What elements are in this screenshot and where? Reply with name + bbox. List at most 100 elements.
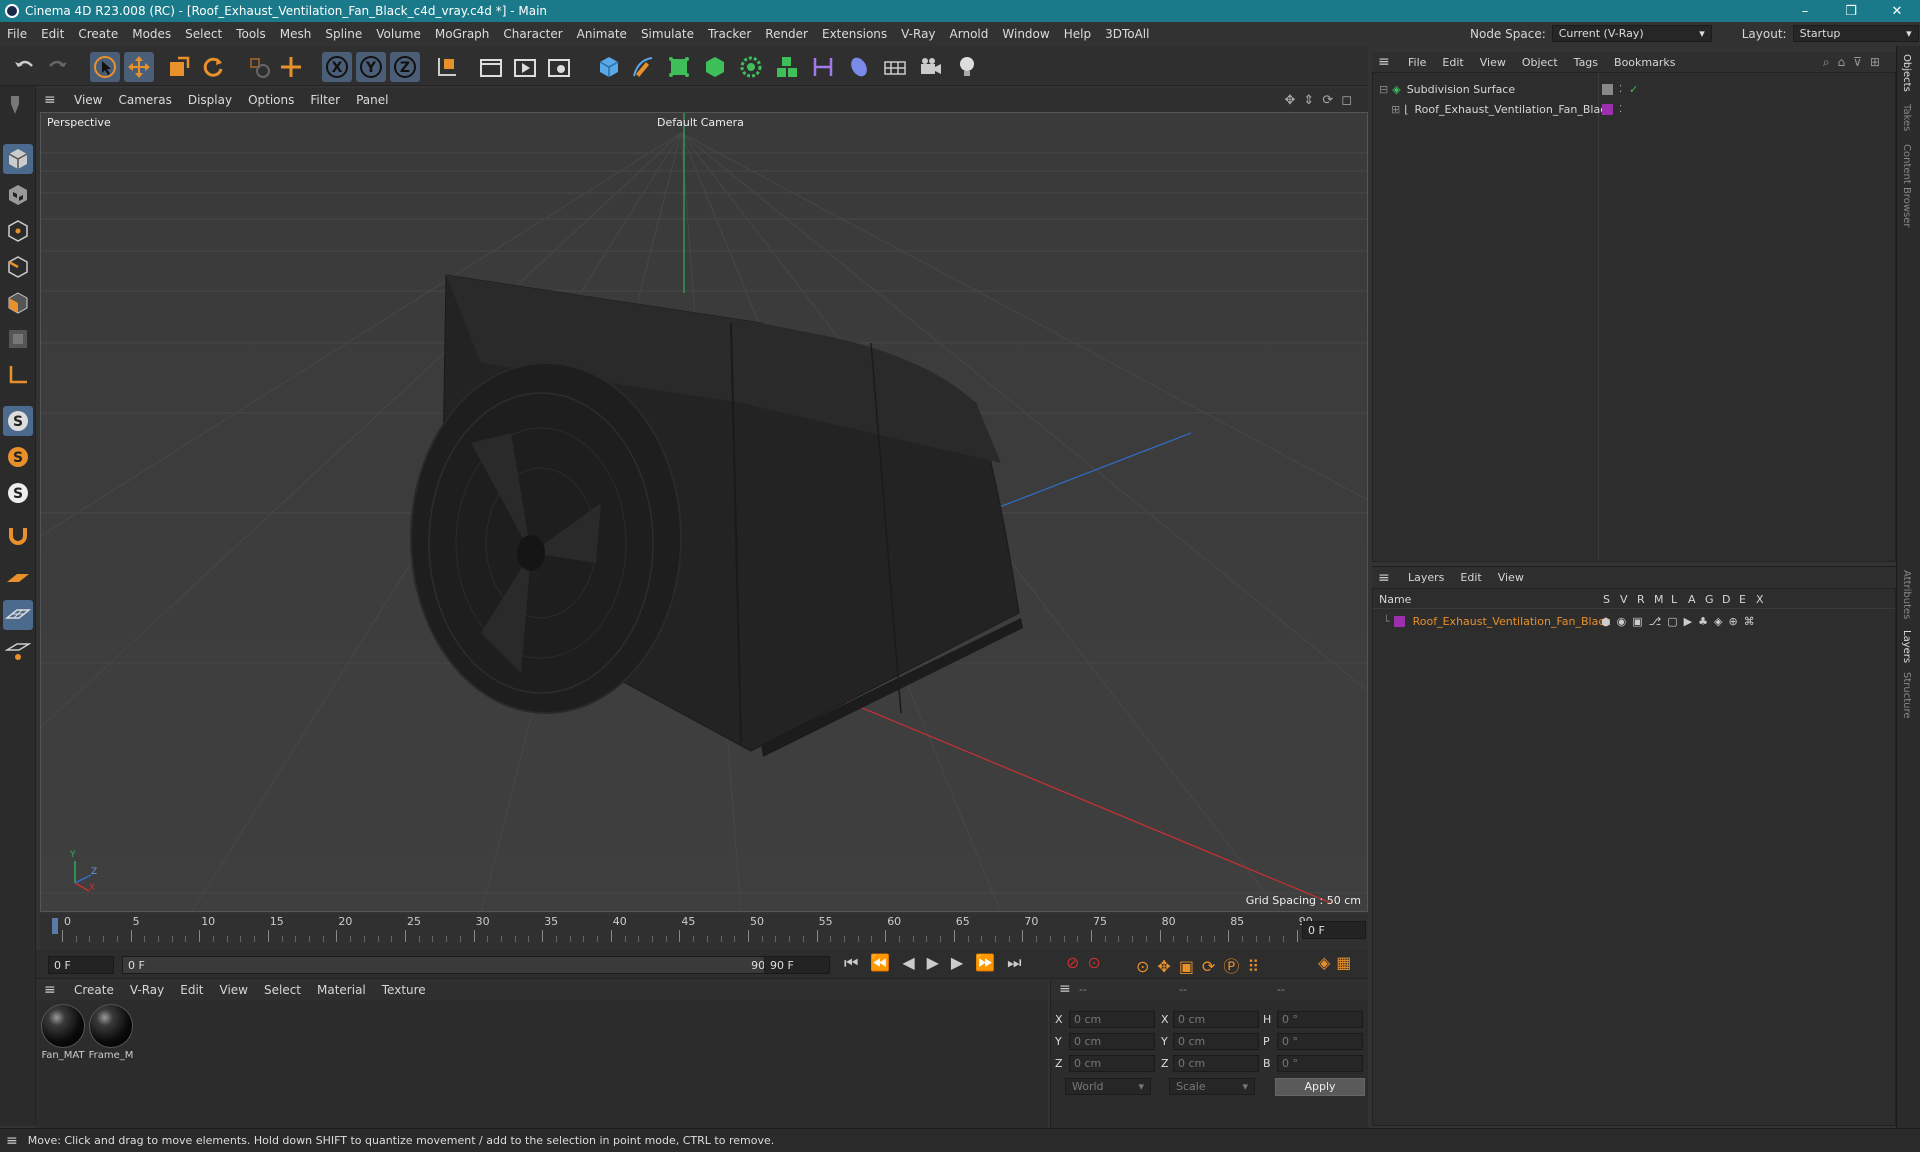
z-axis-lock-button[interactable]: Z (390, 52, 420, 82)
frame-range-slider[interactable]: 0 F90 F (122, 956, 782, 974)
hamburger-icon[interactable]: ≡ (1059, 981, 1071, 997)
snap-button[interactable]: S (3, 406, 33, 436)
redo-button[interactable] (42, 52, 72, 82)
rotation-p-field[interactable]: 0 ° (1277, 1033, 1363, 1050)
transform-tool-button[interactable] (276, 52, 306, 82)
minimize-button[interactable]: – (1782, 4, 1828, 19)
render-picture-viewer-button[interactable] (510, 52, 540, 82)
make-editable-button[interactable] (3, 90, 33, 120)
object-menu-view[interactable]: View (1472, 56, 1514, 69)
menu-file[interactable]: File (0, 27, 34, 41)
menu-create[interactable]: Create (71, 27, 125, 41)
cube-button[interactable] (594, 52, 624, 82)
object-menu-bookmarks[interactable]: Bookmarks (1606, 56, 1683, 69)
menu-edit[interactable]: Edit (34, 27, 71, 41)
layer-row[interactable]: └ Roof_Exhaust_Ventilation_Fan_Black ●◉▣… (1373, 611, 1895, 631)
menu-render[interactable]: Render (758, 27, 815, 41)
enabled-check-icon[interactable]: ✓ (1629, 83, 1638, 96)
size-x-field[interactable]: 0 cm (1173, 1011, 1259, 1028)
layer-color-swatch[interactable] (1393, 615, 1405, 627)
layer-flag-icons[interactable]: ●◉▣⎇▢▶♣◈⊕⌘ (1601, 615, 1761, 628)
rotation-h-field[interactable]: 0 ° (1277, 1011, 1363, 1028)
menu-mesh[interactable]: Mesh (273, 27, 319, 41)
deformer-button[interactable] (808, 52, 838, 82)
point-mode-button[interactable] (3, 216, 33, 246)
viewport-menu-display[interactable]: Display (180, 93, 240, 107)
menu-tracker[interactable]: Tracker (701, 27, 758, 41)
material-swatch[interactable]: Frame_M (88, 1004, 134, 1061)
apply-button[interactable]: Apply (1275, 1078, 1365, 1096)
layers-menu-edit[interactable]: Edit (1452, 571, 1489, 584)
polygon-mode-button[interactable] (3, 288, 33, 318)
menu-3dtoall[interactable]: 3DToAll (1098, 27, 1156, 41)
select-tool-button[interactable] (90, 52, 120, 82)
viewport-menu-panel[interactable]: Panel (348, 93, 396, 107)
workplane-snap-button[interactable]: S (3, 478, 33, 508)
pen-spline-button[interactable] (628, 52, 658, 82)
menu-tools[interactable]: Tools (229, 27, 273, 41)
camera-button[interactable] (916, 52, 946, 82)
menu-mograph[interactable]: MoGraph (428, 27, 497, 41)
layers-menu-layers[interactable]: Layers (1400, 571, 1452, 584)
menu-arnold[interactable]: Arnold (943, 27, 996, 41)
menu-vray[interactable]: V-Ray (894, 27, 942, 41)
floor-button[interactable] (880, 52, 910, 82)
restore-button[interactable]: ❐ (1828, 4, 1874, 19)
viewport-menu-filter[interactable]: Filter (302, 93, 348, 107)
x-axis-lock-button[interactable]: X (322, 52, 352, 82)
position-z-field[interactable]: 0 cm (1069, 1055, 1155, 1072)
mograph-cloner-button[interactable] (736, 52, 766, 82)
hamburger-icon[interactable]: ≡ (1378, 54, 1400, 70)
light-button[interactable] (952, 52, 982, 82)
object-menu-file[interactable]: File (1400, 56, 1434, 69)
hamburger-icon[interactable]: ≡ (6, 1133, 18, 1149)
object-menu-object[interactable]: Object (1514, 56, 1566, 69)
menu-character[interactable]: Character (496, 27, 569, 41)
menu-extensions[interactable]: Extensions (815, 27, 894, 41)
tab-objects[interactable]: Objects (1901, 54, 1912, 92)
tab-structure[interactable]: Structure (1901, 672, 1912, 719)
move-tool-button[interactable] (124, 52, 154, 82)
node-space-dropdown[interactable]: Current (V-Ray) ▾ (1551, 25, 1712, 42)
viewport-menu-view[interactable]: View (66, 93, 110, 107)
viewport-menu-options[interactable]: Options (240, 93, 302, 107)
material-menu-texture[interactable]: Texture (374, 983, 434, 997)
coordinate-system-button[interactable] (432, 52, 462, 82)
hamburger-icon[interactable]: ≡ (1378, 570, 1400, 586)
axis-mode-button[interactable] (3, 360, 33, 390)
material-menu-vray[interactable]: V-Ray (122, 983, 172, 997)
object-manager-tools-icons[interactable]: ⌕⌂⊽⊞ (1823, 55, 1888, 70)
material-menu-edit[interactable]: Edit (172, 983, 211, 997)
material-menu-view[interactable]: View (212, 983, 256, 997)
tab-takes[interactable]: Takes (1901, 104, 1912, 131)
timeline-extra-buttons[interactable]: ◈▦ (1318, 953, 1357, 972)
layers-menu-view[interactable]: View (1490, 571, 1532, 584)
tab-attributes[interactable]: Attributes (1901, 570, 1912, 619)
object-menu-tags[interactable]: Tags (1566, 56, 1606, 69)
viewport-menu-cameras[interactable]: Cameras (110, 93, 179, 107)
viewport-camera-label[interactable]: Default Camera (657, 116, 744, 129)
tab-layers[interactable]: Layers (1901, 630, 1912, 663)
position-x-field[interactable]: 0 cm (1069, 1011, 1155, 1028)
undo-button[interactable] (10, 52, 40, 82)
last-tool-button[interactable] (244, 52, 274, 82)
rotation-b-field[interactable]: 0 ° (1277, 1055, 1363, 1072)
extrude-button[interactable] (700, 52, 730, 82)
magnet-button[interactable] (3, 520, 33, 550)
menu-help[interactable]: Help (1057, 27, 1098, 41)
menu-simulate[interactable]: Simulate (634, 27, 701, 41)
render-view-button[interactable] (476, 52, 506, 82)
close-button[interactable]: ✕ (1874, 4, 1920, 19)
object-row-subdivision[interactable]: ⊟ ◈ Subdivision Surface ⁚ ✓ (1373, 79, 1895, 99)
snap-settings-button[interactable]: S (3, 442, 33, 472)
menu-spline[interactable]: Spline (318, 27, 369, 41)
rotate-tool-button[interactable] (198, 52, 228, 82)
menu-modes[interactable]: Modes (125, 27, 178, 41)
record-buttons[interactable]: ⊘⊙ (1066, 953, 1109, 972)
scale-tool-button[interactable] (164, 52, 194, 82)
expand-icon[interactable]: ⊟ (1379, 83, 1388, 96)
menu-volume[interactable]: Volume (369, 27, 428, 41)
y-axis-lock-button[interactable]: Y (356, 52, 386, 82)
edge-mode-button[interactable] (3, 252, 33, 282)
locked-workplane-button[interactable] (3, 600, 33, 630)
